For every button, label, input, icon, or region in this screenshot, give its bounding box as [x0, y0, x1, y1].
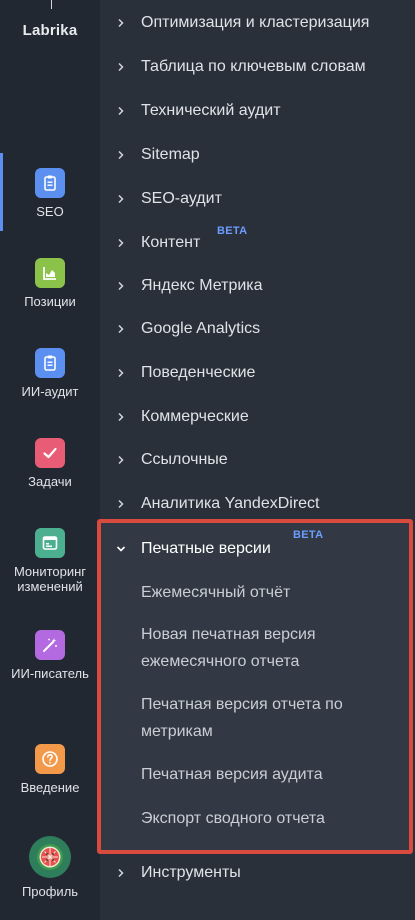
- menu-item-google-analytics[interactable]: Google Analytics: [100, 314, 415, 344]
- magic-wand-icon: [35, 630, 65, 660]
- menu-item-print-versions[interactable]: Печатные версии: [100, 534, 415, 564]
- watermelon-avatar: [29, 836, 71, 878]
- submenu-item-metrics-print[interactable]: Печатная версия отчета по метрикам: [141, 691, 391, 745]
- menu-item-label: Печатные версии: [141, 540, 271, 557]
- menu-item-label: Контент: [141, 234, 201, 251]
- chart-icon: [35, 258, 65, 288]
- chevron-right-icon: [100, 106, 141, 116]
- menu-item-label: Ссылочные: [141, 451, 228, 468]
- menu-item-commercial[interactable]: Коммерческие: [100, 402, 415, 432]
- menu-item-seo-audit[interactable]: SEO-аудит: [100, 184, 415, 214]
- rail-label: Мониторинг изменений: [13, 564, 87, 594]
- beta-badge: BETA: [217, 225, 248, 237]
- rail-item-tasks[interactable]: Задачи: [0, 438, 100, 489]
- menu-item-label: Яндекс Метрика: [141, 277, 263, 294]
- menu-item-yandex-metrika[interactable]: Яндекс Метрика: [100, 271, 415, 301]
- rail-label: Задачи: [28, 474, 72, 489]
- clipboard-icon: [35, 168, 65, 198]
- menu-item-label: Инструменты: [141, 864, 241, 881]
- rail-label: ИИ-писатель: [11, 666, 89, 681]
- menu-item-yandex-direct[interactable]: Аналитика YandexDirect: [100, 489, 415, 519]
- rail-item-intro[interactable]: Введение: [0, 744, 100, 795]
- chevron-right-icon: [100, 368, 141, 378]
- rail-item-positions[interactable]: Позиции: [0, 258, 100, 309]
- menu-item-label: Таблица по ключевым словам: [141, 58, 366, 75]
- rail-item-ai-writer[interactable]: ИИ-писатель: [0, 630, 100, 681]
- help-icon: [35, 744, 65, 774]
- icon-rail: Labrika SEO Позиции ИИ-аудит Задачи Мони…: [0, 0, 100, 920]
- chevron-right-icon: [100, 281, 141, 291]
- chevron-right-icon: [100, 150, 141, 160]
- rail-label: Позиции: [24, 294, 76, 309]
- rail-item-ai-audit[interactable]: ИИ-аудит: [0, 348, 100, 399]
- chevron-right-icon: [100, 324, 141, 334]
- beta-badge: BETA: [293, 529, 324, 541]
- menu-item-label: Технический аудит: [141, 102, 281, 119]
- chevron-right-icon: [100, 18, 141, 28]
- chevron-right-icon: [100, 194, 141, 204]
- rail-label: SEO: [36, 204, 64, 219]
- print-versions-group: [97, 519, 413, 854]
- brand-logo[interactable]: Labrika: [0, 22, 100, 39]
- chevron-right-icon: [100, 499, 141, 509]
- rail-label: ИИ-аудит: [21, 384, 79, 399]
- monitor-icon: [35, 528, 65, 558]
- menu-item-label: Аналитика YandexDirect: [141, 495, 320, 512]
- menu-item-label: SEO-аудит: [141, 190, 222, 207]
- menu-item-optimization[interactable]: Оптимизация и кластеризация: [100, 8, 415, 38]
- check-icon: [35, 438, 65, 468]
- chevron-down-icon: [100, 544, 141, 554]
- menu-item-label: Оптимизация и кластеризация: [141, 14, 370, 31]
- chevron-right-icon: [100, 62, 141, 72]
- chevron-right-icon: [100, 412, 141, 422]
- clipboard-icon: [35, 348, 65, 378]
- submenu-item-audit-print[interactable]: Печатная версия аудита: [141, 761, 411, 788]
- menu-item-tools[interactable]: Инструменты: [100, 858, 415, 888]
- menu-item-label: Sitemap: [141, 146, 200, 163]
- menu-item-label: Коммерческие: [141, 408, 249, 425]
- menu-item-keywords-table[interactable]: Таблица по ключевым словам: [100, 52, 415, 82]
- menu-item-label: Поведенческие: [141, 364, 256, 381]
- rail-item-seo[interactable]: SEO: [0, 168, 100, 219]
- rail-item-monitoring[interactable]: Мониторинг изменений: [0, 528, 100, 594]
- submenu-item-new-monthly-print[interactable]: Новая печатная версия ежемесячного отчет…: [141, 621, 391, 675]
- rail-label: Введение: [20, 780, 80, 795]
- menu-item-sitemap[interactable]: Sitemap: [100, 140, 415, 170]
- chevron-right-icon: [100, 238, 141, 248]
- logo-mark: [51, 0, 52, 9]
- menu-item-label: Google Analytics: [141, 320, 261, 337]
- chevron-right-icon: [100, 455, 141, 465]
- menu-item-behavioral[interactable]: Поведенческие: [100, 358, 415, 388]
- submenu-item-monthly-report[interactable]: Ежемесячный отчёт: [141, 579, 411, 606]
- menu-item-content[interactable]: Контент: [100, 228, 415, 258]
- menu-item-technical-audit[interactable]: Технический аудит: [100, 96, 415, 126]
- submenu-item-summary-export[interactable]: Экспорт сводного отчета: [141, 805, 411, 832]
- menu-item-links[interactable]: Ссылочные: [100, 445, 415, 475]
- rail-item-profile[interactable]: Профиль: [0, 836, 100, 899]
- chevron-right-icon: [100, 868, 141, 878]
- rail-label: Профиль: [21, 884, 79, 899]
